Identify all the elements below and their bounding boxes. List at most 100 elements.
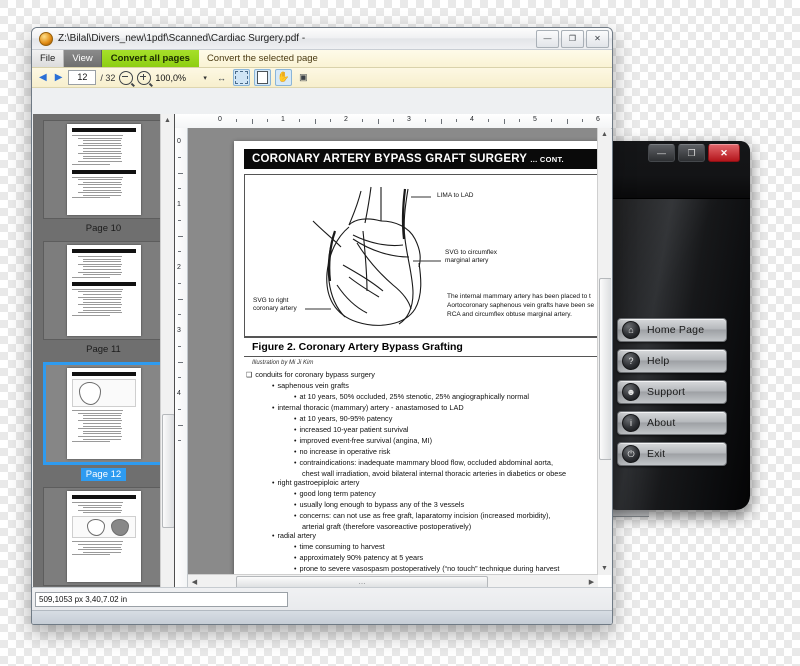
- home-icon: ⌂: [622, 321, 640, 339]
- document-bullet-line: • internal thoracic (mammary) artery - an…: [272, 403, 611, 414]
- launcher-minimize-button[interactable]: —: [648, 144, 675, 162]
- app-icon: [39, 31, 53, 46]
- ruler-tick: [178, 424, 183, 426]
- fit-page-icon[interactable]: [232, 69, 250, 86]
- ruler-tick: [330, 119, 332, 122]
- convert-all-pages-button[interactable]: Convert all pages: [101, 50, 199, 67]
- thumbnail-item[interactable]: Page 10: [43, 120, 164, 234]
- ruler-tick-label: 2: [344, 116, 348, 123]
- illustration-credit: Illustration by Mi Ji Kim: [252, 360, 314, 366]
- ruler-tick-label: 0: [177, 138, 181, 145]
- launcher-menu: ⌂ Home Page ? Help ☻ Support i About ⏻ E…: [617, 318, 727, 473]
- launcher-button-about[interactable]: i About: [617, 411, 727, 435]
- previous-page-button[interactable]: ◀: [37, 72, 49, 83]
- thumbnail-label: Page 10: [85, 223, 122, 234]
- ruler-tick: [178, 377, 181, 379]
- figure-description-line2: Aortocoronary saphenous vein grafts have…: [447, 301, 595, 309]
- ruler-tick: [566, 119, 568, 124]
- bullet-text: improved event-free survival (angina, MI…: [299, 435, 433, 445]
- scroll-up-icon[interactable]: ▲: [598, 128, 611, 141]
- launcher-maximize-button[interactable]: ❐: [678, 144, 705, 162]
- coordinates-readout: 509,1053 px 3,40,7.02 in: [35, 592, 288, 607]
- ruler-tick: [178, 314, 181, 316]
- close-button[interactable]: ✕: [586, 29, 609, 48]
- bullet-icon: •: [294, 565, 297, 573]
- zoom-in-icon[interactable]: [137, 70, 152, 85]
- ruler-tick: [178, 298, 183, 300]
- ruler-tick: [314, 119, 316, 124]
- zoom-out-icon[interactable]: [119, 70, 134, 85]
- hand-tool-icon[interactable]: ✋: [274, 69, 292, 86]
- single-page-icon[interactable]: [253, 69, 271, 86]
- launcher-button-home-page[interactable]: ⌂ Home Page: [617, 318, 727, 342]
- sidebar-scroll-thumb[interactable]: [162, 414, 174, 528]
- thumbnail-page-11[interactable]: [43, 241, 164, 340]
- bullet-text: good long term patency: [299, 488, 376, 498]
- thumbnail-item[interactable]: Page 12: [43, 362, 164, 481]
- figure-label-line1: SVG to right: [253, 297, 289, 304]
- launcher-window-buttons: — ❐ ✕: [648, 144, 740, 162]
- figure-illustration: LIMA to LAD SVG to circumflex marginal a…: [244, 174, 611, 337]
- bullet-text: saphenous vein grafts: [277, 380, 349, 390]
- document-vertical-scrollbar[interactable]: ▲ ▼: [597, 128, 611, 575]
- document-header-cont: ... CONT.: [530, 155, 564, 164]
- bullet-text: conduits for coronary bypass surgery: [255, 370, 375, 379]
- ruler-tick: [582, 119, 584, 122]
- document-bullet-line: • increased 10-year patient survival: [294, 425, 611, 436]
- maximize-button[interactable]: ❐: [561, 29, 584, 48]
- person-icon: ☻: [622, 383, 640, 401]
- document-bullet-line: • approximately 90% patency at 5 years: [294, 553, 611, 564]
- sidebar-scroll-up-icon[interactable]: ▲: [161, 114, 174, 127]
- titlebar[interactable]: Z:\Bilal\Divers_new\1pdf\Scanned\Cardiac…: [32, 28, 612, 50]
- thumbnail-page-10[interactable]: [43, 120, 164, 219]
- thumbnail-page-12[interactable]: [43, 362, 164, 465]
- ruler-tick: [178, 440, 181, 442]
- zoom-dropdown-caret-icon[interactable]: ▾: [203, 74, 207, 82]
- figure-caption: Figure 2. Coronary Artery Bypass Graftin…: [244, 337, 611, 357]
- launcher-button-label: Exit: [647, 448, 666, 460]
- bullet-text: prone to severe vasospasm postoperativel…: [299, 563, 560, 573]
- convert-selected-page-button[interactable]: Convert the selected page: [199, 50, 326, 67]
- document-bullet-line: • no increase in operative risk: [294, 447, 611, 458]
- launcher-button-label: Home Page: [647, 324, 705, 336]
- ruler-tick: [487, 119, 489, 122]
- thumbnail-sidebar[interactable]: Page 10 Page 11 Page 12 ▲: [33, 114, 175, 588]
- bullet-text: usually long enough to bypass any of the…: [299, 499, 465, 509]
- thumbnail-label: Page 11: [86, 344, 121, 355]
- document-bullet-line: • good long term patency: [294, 489, 611, 500]
- thumbnail-item[interactable]: Page 11: [43, 241, 164, 355]
- sidebar-scrollbar[interactable]: ▲: [160, 114, 174, 588]
- fit-width-icon[interactable]: ↔: [214, 70, 229, 85]
- ruler-tick: [251, 119, 253, 124]
- document-viewport[interactable]: CORONARY ARTERY BYPASS GRAFT SURGERY ...…: [188, 128, 611, 588]
- thumbnail-page-preview: [66, 491, 141, 582]
- launcher-close-button[interactable]: ✕: [708, 144, 740, 162]
- document-horizontal-scrollbar[interactable]: ◀ ⋯ ▶: [188, 574, 598, 588]
- tab-file[interactable]: File: [32, 50, 65, 67]
- minimize-button[interactable]: —: [536, 29, 559, 48]
- scroll-down-icon[interactable]: ▼: [598, 562, 611, 575]
- vertical-scroll-thumb[interactable]: [599, 278, 611, 460]
- launcher-button-help[interactable]: ? Help: [617, 349, 727, 373]
- thumbnail-page-13[interactable]: [43, 487, 164, 586]
- select-tool-icon[interactable]: ▣: [296, 70, 311, 85]
- document-bullet-line: • at 10 years, 50% occluded, 25% stenotic…: [294, 392, 611, 403]
- ruler-tick: [178, 408, 181, 410]
- ruler-tick: [178, 345, 181, 347]
- horizontal-ruler: 0 1 2 3 4 5 6: [174, 114, 612, 129]
- page-total-label: / 32: [100, 72, 116, 83]
- next-page-button[interactable]: ▶: [53, 72, 65, 83]
- document-bullet-line: • improved event-free survival (angina, M…: [294, 436, 611, 447]
- thumbnail-page-preview: [66, 245, 141, 336]
- launcher-button-exit[interactable]: ⏻ Exit: [617, 442, 727, 466]
- bullet-icon: •: [272, 533, 275, 541]
- ruler-tick: [267, 119, 269, 122]
- page-number-input[interactable]: 12: [68, 70, 97, 85]
- ruler-tick-label: 4: [177, 390, 181, 397]
- ruler-tick-label: 1: [177, 201, 181, 208]
- thumbnail-item[interactable]: Page 13: [43, 487, 164, 588]
- launcher-button-support[interactable]: ☻ Support: [617, 380, 727, 404]
- tab-view[interactable]: View: [64, 50, 102, 67]
- window-title: Z:\Bilal\Divers_new\1pdf\Scanned\Cardiac…: [58, 33, 306, 44]
- figure-label-line2: marginal artery: [445, 257, 489, 265]
